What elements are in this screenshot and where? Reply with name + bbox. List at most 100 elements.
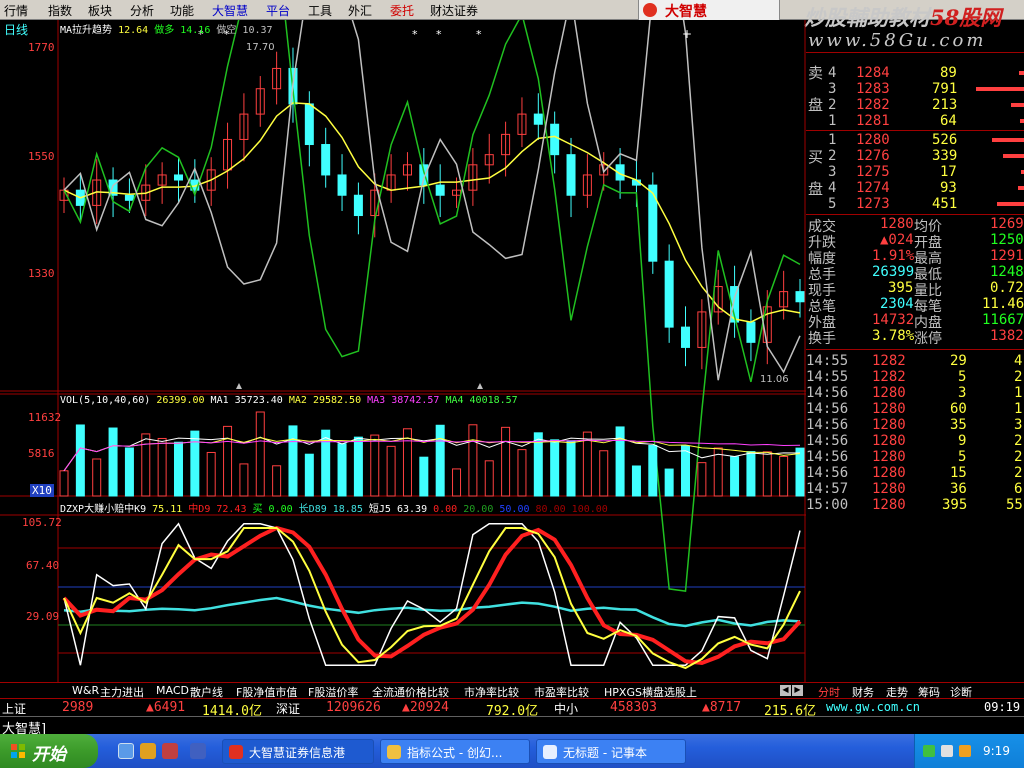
tick-time: 14:55 bbox=[806, 369, 849, 385]
menu-item-function[interactable]: 功能 bbox=[170, 2, 194, 19]
tray-app-icon[interactable] bbox=[959, 745, 971, 757]
volume-bar bbox=[795, 447, 805, 497]
ask-row: 4 1284 89 bbox=[806, 65, 1024, 81]
windows-taskbar: 开始 大智慧证券信息港 指标公式 - 创幻... 无标题 - 记事本 9:19 bbox=[0, 734, 1024, 768]
menu-item-tools[interactable]: 工具 bbox=[308, 2, 332, 19]
quicklaunch-app-icon[interactable] bbox=[190, 743, 206, 759]
bid-row: 3 1275 17 bbox=[806, 164, 1024, 180]
candle-body bbox=[550, 123, 560, 156]
network-icon[interactable] bbox=[923, 745, 935, 757]
menu-item-platform[interactable]: 平台 bbox=[266, 2, 290, 19]
volume-bar bbox=[108, 427, 118, 497]
brand-name: 大智慧 bbox=[665, 4, 707, 20]
ask-level: 3 bbox=[828, 81, 837, 97]
taskbar-item-label: 指标公式 - 创幻... bbox=[407, 746, 503, 760]
volume-indicator-name: VOL(5,10,40,60) bbox=[60, 395, 151, 406]
dzh-app-icon bbox=[229, 745, 243, 759]
menu-item-quotes[interactable]: 行情 bbox=[4, 2, 28, 19]
bid-volume: 451 bbox=[932, 196, 958, 212]
volume-bar bbox=[173, 441, 183, 497]
volume-bars bbox=[59, 411, 805, 497]
taskbar-item-formula[interactable]: 指标公式 - 创幻... bbox=[380, 739, 530, 764]
volume-bar bbox=[779, 455, 789, 497]
ie-icon[interactable] bbox=[140, 743, 156, 759]
tick-price: 1282 bbox=[872, 353, 906, 369]
ref-value-50: 50.00 bbox=[499, 504, 530, 515]
ask-volume-bar bbox=[1020, 119, 1024, 123]
tick-count: 6 bbox=[1014, 481, 1023, 497]
menu-item-index[interactable]: 指数 bbox=[48, 2, 72, 19]
watermark-title: 炒股輔助教材58股网 bbox=[804, 2, 1001, 32]
bid-volume: 339 bbox=[932, 148, 958, 164]
sz-index-change: ▲20924 bbox=[402, 700, 449, 715]
menu-item-forex[interactable]: 外汇 bbox=[348, 2, 372, 19]
start-button[interactable]: 开始 bbox=[0, 734, 98, 768]
stat-row: 现手 395 量比 0.72 bbox=[806, 280, 1024, 299]
tick-volume: 36 bbox=[950, 481, 967, 497]
taskbar-item-dzh[interactable]: 大智慧证券信息港 bbox=[222, 739, 374, 764]
menu-item-dzh[interactable]: 大智慧 bbox=[212, 2, 248, 19]
kdj-legend: DZXP大赚小赔中K9 75.11 中D9 72.43 买 0.00 长D89 … bbox=[60, 500, 608, 515]
j5-label: 短J5 bbox=[368, 504, 391, 515]
d89-value: 18.85 bbox=[332, 504, 363, 515]
tick-volume: 29 bbox=[950, 353, 967, 369]
tab-wr[interactable]: W&R bbox=[72, 684, 99, 697]
candle-body bbox=[321, 144, 331, 176]
tick-price: 1280 bbox=[872, 449, 906, 465]
price-axis-label: 1550 bbox=[28, 150, 55, 163]
tick-time: 14:57 bbox=[806, 481, 849, 497]
volume-legend: VOL(5,10,40,60) 26399.00 MA1 35723.40 MA… bbox=[60, 395, 518, 406]
taskbar-item-notepad[interactable]: 无标题 - 记事本 bbox=[536, 739, 686, 764]
ma1-label: MA1 bbox=[210, 395, 229, 406]
quicklaunch-app-icon[interactable] bbox=[162, 743, 178, 759]
tab-macd[interactable]: MACD bbox=[156, 684, 189, 697]
candle-body bbox=[681, 326, 691, 348]
notepad-icon bbox=[543, 745, 557, 759]
scroll-left-icon[interactable]: ◀ bbox=[780, 685, 791, 696]
bid-price: 1280 bbox=[856, 132, 890, 148]
volume-icon[interactable] bbox=[941, 745, 953, 757]
stat-value: 11.46 bbox=[982, 296, 1024, 312]
tick-volume: 35 bbox=[950, 417, 967, 433]
sz-index-value: 1209626 bbox=[326, 700, 381, 715]
tick-time: 14:56 bbox=[806, 417, 849, 433]
quote-panel: 卖 盘 买 盘 4 1284 89 3 1283 791 2 1282 213 1 1281 64 1 1… bbox=[806, 52, 1024, 514]
stock-chart[interactable]: * * * * * + 17.70 11.06 bbox=[0, 20, 806, 682]
show-desktop-icon[interactable] bbox=[118, 743, 134, 759]
tick-count: 2 bbox=[1014, 465, 1023, 481]
volume-bar bbox=[206, 451, 216, 497]
menu-item-analysis[interactable]: 分析 bbox=[130, 2, 154, 19]
index-bar: 上证 2989 ▲6491 1414.0亿 深证 1209626 ▲20924 … bbox=[0, 698, 1024, 719]
windows-logo-icon bbox=[11, 744, 25, 758]
stat-value: 1.91% bbox=[872, 248, 915, 264]
bid-level: 2 bbox=[828, 148, 837, 164]
candle-body bbox=[648, 184, 658, 262]
menu-item-sector[interactable]: 板块 bbox=[88, 2, 112, 19]
volume-bar bbox=[386, 445, 396, 497]
formula-app-icon bbox=[387, 745, 401, 759]
ask-price: 1284 bbox=[856, 65, 890, 81]
kdj-axis-label: 67.40 bbox=[26, 559, 60, 572]
tick-row: 14:56 1280 5 2 bbox=[806, 449, 1024, 465]
ask-level: 2 bbox=[828, 97, 837, 113]
status-bar: 大智慧] bbox=[0, 716, 1024, 737]
bid-volume-bar bbox=[1003, 154, 1024, 158]
bid-volume: 526 bbox=[932, 132, 958, 148]
tick-price: 1280 bbox=[872, 465, 906, 481]
bid-volume-bar bbox=[992, 138, 1024, 142]
tick-row: 14:55 1282 5 2 bbox=[806, 369, 1024, 385]
smb-index-value: 458303 bbox=[610, 700, 657, 715]
ma4-label: MA4 bbox=[445, 395, 464, 406]
stat-value: 1250 bbox=[990, 232, 1024, 248]
menu-item-trade[interactable]: 委托 bbox=[390, 2, 414, 19]
website-link[interactable]: www.gw.com.cn bbox=[826, 700, 920, 714]
scroll-right-icon[interactable]: ▶ bbox=[792, 685, 803, 696]
brand-logo: 大智慧 bbox=[638, 0, 780, 20]
stat-value: 1248 bbox=[990, 264, 1024, 280]
menu-item-broker[interactable]: 财达证券 bbox=[430, 2, 478, 19]
watermark-text-a: 炒股輔助教材 bbox=[804, 5, 930, 30]
kdj-axis-label: 105.72 bbox=[22, 516, 62, 529]
low-price-label: 11.06 bbox=[760, 374, 789, 385]
tick-time: 14:56 bbox=[806, 433, 849, 449]
tick-time: 15:00 bbox=[806, 497, 849, 513]
